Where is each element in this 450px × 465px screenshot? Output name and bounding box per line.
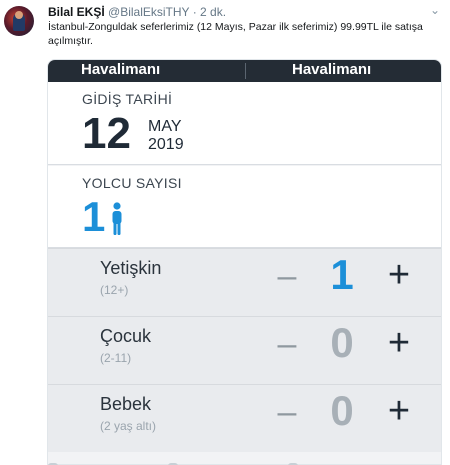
passenger-count-label: YOLCU SAYISI <box>82 175 182 191</box>
adult-label: Yetişkin <box>100 258 162 278</box>
departure-month: MAY <box>148 118 182 135</box>
header-divider <box>245 63 246 79</box>
chevron-down-icon[interactable]: ⌄ <box>430 3 440 17</box>
departure-day: 12 <box>82 109 131 158</box>
user-handle[interactable]: @BilalEksiTHY <box>108 5 189 19</box>
avatar[interactable] <box>4 6 34 36</box>
departure-date-section: GİDİŞ TARİHİ 12 MAY 2019 <box>48 82 441 165</box>
user-name[interactable]: Bilal EKŞİ <box>48 5 105 19</box>
adult-increment-button[interactable]: + <box>382 255 416 295</box>
infant-age-range: (2 yaş altı) <box>100 419 157 433</box>
child-increment-button[interactable]: + <box>382 323 416 363</box>
tweet-header: Bilal EKŞİ @BilalEksiTHY · 2 dk. ⌄ İstan… <box>0 0 450 56</box>
adult-count: 1 <box>330 251 354 298</box>
infant-label: Bebek <box>100 394 152 414</box>
child-label: Çocuk <box>100 326 152 346</box>
passenger-count-section: YOLCU SAYISI 1 <box>48 166 441 248</box>
tweet-text: İstanbul-Zonguldak seferlerimiz (12 Mayı… <box>48 21 423 47</box>
infant-row: Bebek (2 yaş altı) – 0 + <box>48 384 441 452</box>
infant-increment-button[interactable]: + <box>382 391 416 431</box>
tweet-time[interactable]: 2 dk. <box>200 5 226 19</box>
tweet-name-line: Bilal EKŞİ @BilalEksiTHY · 2 dk. <box>48 5 226 19</box>
adult-row: Yetişkin (12+) – 1 + <box>48 248 441 316</box>
person-icon <box>112 202 122 235</box>
avatar-face <box>15 11 23 19</box>
destination-airport-label: Havalimanı <box>292 61 372 78</box>
adult-age-range: (12+) <box>100 283 129 297</box>
child-row: Çocuk (2-11) – 0 + <box>48 316 441 384</box>
separator-dot: · <box>192 5 197 19</box>
departure-year: 2019 <box>148 136 184 153</box>
child-decrement-button[interactable]: – <box>272 325 302 363</box>
infant-count: 0 <box>330 387 354 434</box>
origin-airport-label: Havalimanı <box>81 61 161 78</box>
passenger-count-value: 1 <box>82 193 106 240</box>
child-count: 0 <box>330 319 354 366</box>
child-age-range: (2-11) <box>100 351 132 365</box>
infant-decrement-button[interactable]: – <box>272 393 302 431</box>
booking-card-image[interactable]: Havalimanı Havalimanı GİDİŞ TARİHİ 12 MA… <box>47 59 442 465</box>
card-header: Havalimanı Havalimanı <box>48 60 441 82</box>
adult-decrement-button[interactable]: – <box>272 257 302 295</box>
departure-date-label: GİDİŞ TARİHİ <box>82 91 173 107</box>
tweet-actions-partial <box>48 456 408 465</box>
